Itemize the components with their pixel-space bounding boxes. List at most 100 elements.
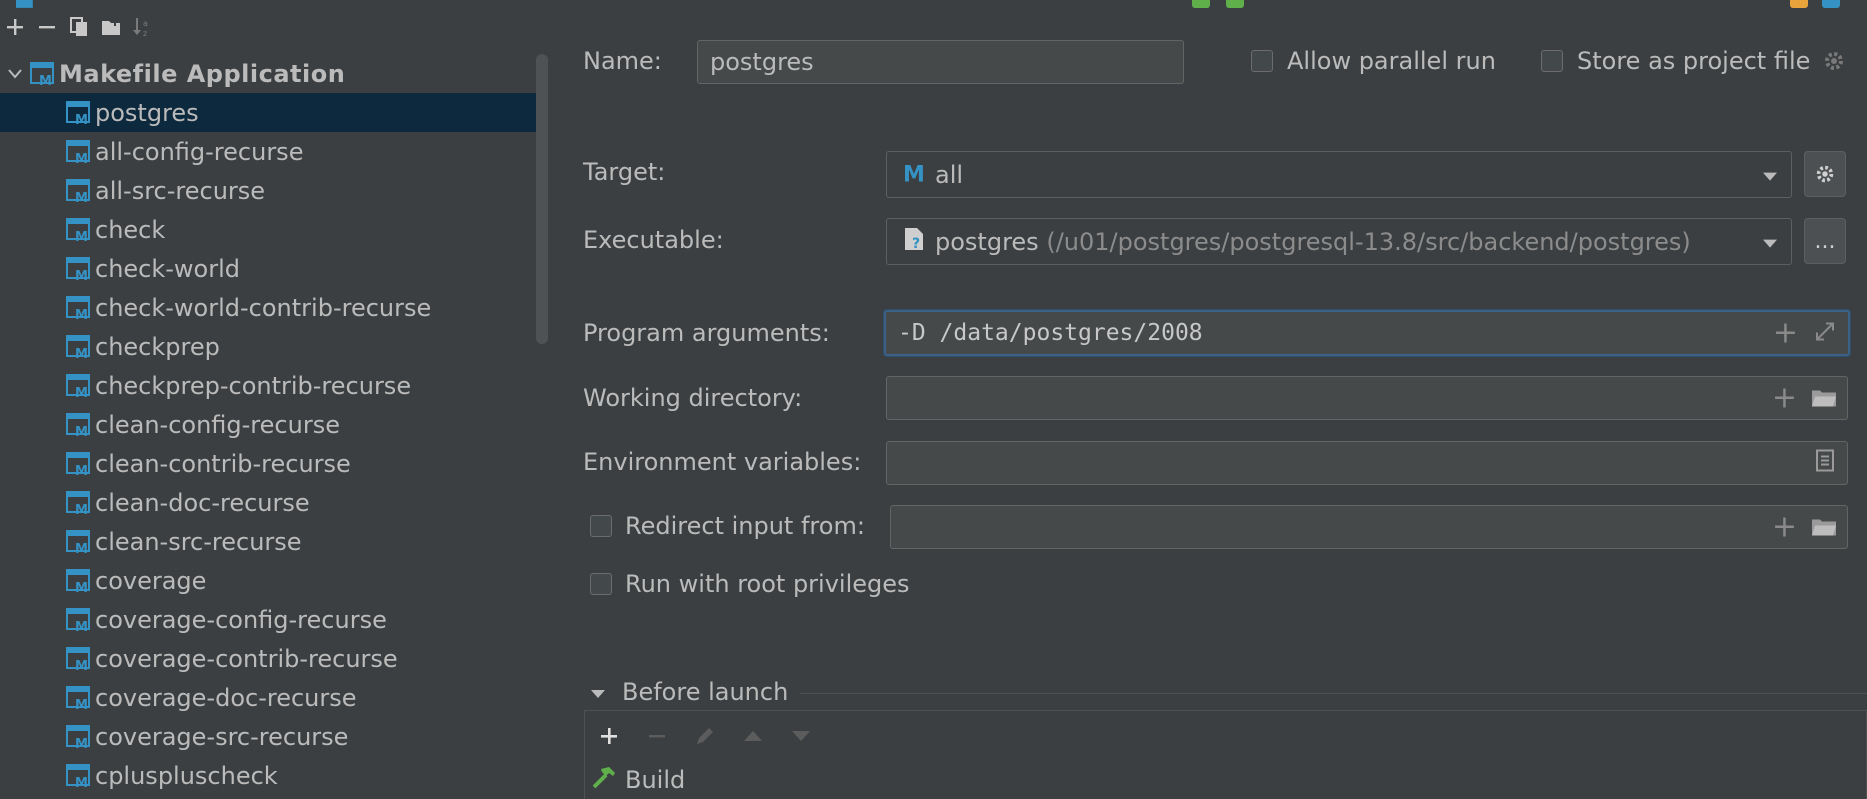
before-launch-toggle-icon[interactable] bbox=[590, 685, 606, 704]
before-launch-panel: Build bbox=[584, 710, 1867, 799]
tree-item-coverage-config-recurse[interactable]: Mcoverage-config-recurse bbox=[0, 600, 538, 639]
svg-text:M: M bbox=[75, 698, 88, 711]
run-icon[interactable] bbox=[1192, 0, 1210, 8]
tree-item-coverage-contrib-recurse[interactable]: Mcoverage-contrib-recurse bbox=[0, 639, 538, 678]
tree-item-cpluspluscheck[interactable]: Mcpluspluscheck bbox=[0, 756, 538, 795]
configuration-form: Name: postgres Allow parallel run Store … bbox=[560, 10, 1867, 799]
add-icon[interactable]: + bbox=[1772, 510, 1797, 545]
allow-parallel-label[interactable]: Allow parallel run bbox=[1287, 47, 1496, 75]
edit-icon[interactable] bbox=[681, 725, 729, 747]
store-project-checkbox[interactable] bbox=[1541, 50, 1563, 72]
tree-item-check-world[interactable]: Mcheck-world bbox=[0, 249, 538, 288]
tree-item-clean-doc-recurse[interactable]: Mclean-doc-recurse bbox=[0, 483, 538, 522]
makefile-config-icon: M bbox=[66, 139, 92, 167]
allow-parallel-checkbox[interactable] bbox=[1251, 50, 1273, 72]
makefile-config-icon: M bbox=[66, 490, 92, 518]
program-arguments-field[interactable]: -D /data/postgres/2008 + bbox=[884, 310, 1850, 356]
makefile-config-icon: M bbox=[66, 529, 92, 557]
move-up-icon[interactable] bbox=[729, 729, 777, 743]
toolbar-icon-blue[interactable] bbox=[1822, 0, 1840, 8]
before-launch-title[interactable]: Before launch bbox=[622, 678, 788, 706]
add-icon[interactable] bbox=[585, 726, 633, 746]
configurations-toolbar: az bbox=[0, 10, 550, 44]
remove-icon[interactable] bbox=[633, 726, 681, 746]
makefile-config-icon: M bbox=[66, 724, 92, 752]
svg-text:M: M bbox=[75, 503, 88, 516]
makefile-config-icon: M bbox=[66, 685, 92, 713]
chevron-down-icon bbox=[1763, 239, 1777, 248]
before-launch-item[interactable]: Build bbox=[585, 761, 1866, 799]
tree-item-check[interactable]: Mcheck bbox=[0, 210, 538, 249]
tree-item-label: coverage-src-recurse bbox=[95, 722, 349, 751]
tree-item-checkprep-contrib-recurse[interactable]: Mcheckprep-contrib-recurse bbox=[0, 366, 538, 405]
tree-item-checkprep[interactable]: Mcheckprep bbox=[0, 327, 538, 366]
tree-item-clean-config-recurse[interactable]: Mclean-config-recurse bbox=[0, 405, 538, 444]
name-label: Name: bbox=[583, 47, 662, 75]
hammer-icon bbox=[591, 765, 617, 795]
tree-item-clean-src-recurse[interactable]: Mclean-src-recurse bbox=[0, 522, 538, 561]
add-icon[interactable] bbox=[0, 12, 30, 42]
store-project-label[interactable]: Store as project file bbox=[1577, 47, 1810, 75]
before-launch-item-label: Build bbox=[625, 766, 686, 794]
executable-value: postgres (/u01/postgres/postgresql-13.8/… bbox=[935, 228, 1691, 256]
move-down-icon[interactable] bbox=[777, 729, 825, 743]
svg-text:M: M bbox=[75, 542, 88, 555]
tree-item-check-world-contrib-recurse[interactable]: Mcheck-world-contrib-recurse bbox=[0, 288, 538, 327]
chevron-down-icon bbox=[1763, 172, 1777, 181]
browse-executable-button[interactable]: ... bbox=[1804, 218, 1846, 264]
svg-text:M: M bbox=[75, 737, 88, 750]
tree-group-makefile-application[interactable]: M Makefile Application bbox=[0, 54, 538, 93]
copy-icon[interactable] bbox=[64, 12, 94, 42]
executable-label: Executable: bbox=[583, 226, 724, 254]
root-privileges-checkbox[interactable] bbox=[590, 573, 612, 595]
target-label: Target: bbox=[583, 158, 666, 186]
chevron-down-icon[interactable] bbox=[0, 68, 30, 79]
working-directory-field[interactable]: + bbox=[886, 376, 1848, 420]
document-icon[interactable] bbox=[1815, 447, 1835, 480]
makefile-config-icon: M bbox=[66, 412, 92, 440]
target-settings-button[interactable] bbox=[1804, 151, 1846, 197]
executable-name: postgres bbox=[935, 227, 1039, 256]
tree-item-all-config-recurse[interactable]: Mall-config-recurse bbox=[0, 132, 538, 171]
svg-text:M: M bbox=[75, 308, 88, 321]
tree-item-postgres[interactable]: Mpostgres bbox=[0, 93, 538, 132]
svg-text:M: M bbox=[75, 776, 88, 789]
tree-scrollbar[interactable] bbox=[536, 54, 548, 344]
target-dropdown[interactable]: M all bbox=[886, 151, 1792, 198]
add-icon[interactable]: + bbox=[1772, 381, 1797, 416]
add-icon[interactable]: + bbox=[1773, 316, 1798, 351]
environment-variables-field[interactable] bbox=[886, 441, 1848, 485]
tree-item-label: cpluspluscheck bbox=[95, 761, 278, 790]
svg-text:M: M bbox=[75, 269, 88, 282]
tree-item-clean-contrib-recurse[interactable]: Mclean-contrib-recurse bbox=[0, 444, 538, 483]
svg-text:M: M bbox=[75, 581, 88, 594]
svg-text:M: M bbox=[75, 152, 88, 165]
executable-dropdown[interactable]: ? postgres (/u01/postgres/postgresql-13.… bbox=[886, 218, 1792, 265]
redirect-input-label[interactable]: Redirect input from: bbox=[625, 512, 865, 540]
new-folder-icon[interactable] bbox=[96, 12, 126, 42]
debug-icon[interactable] bbox=[1226, 0, 1244, 8]
redirect-input-field[interactable]: + bbox=[890, 505, 1848, 549]
tree-item-all-src-recurse[interactable]: Mall-src-recurse bbox=[0, 171, 538, 210]
tree-item-coverage[interactable]: Mcoverage bbox=[0, 561, 538, 600]
root-privileges-label[interactable]: Run with root privileges bbox=[625, 570, 910, 598]
svg-text:a: a bbox=[143, 19, 148, 28]
tree-item-coverage-src-recurse[interactable]: Mcoverage-src-recurse bbox=[0, 717, 538, 756]
tree-item-coverage-doc-recurse[interactable]: Mcoverage-doc-recurse bbox=[0, 678, 538, 717]
name-value: postgres bbox=[710, 48, 814, 76]
folder-icon[interactable] bbox=[1811, 382, 1837, 415]
remove-icon[interactable] bbox=[32, 12, 62, 42]
expand-icon[interactable] bbox=[1814, 317, 1836, 350]
tree-item-label: postgres bbox=[95, 98, 199, 127]
svg-text:M: M bbox=[75, 425, 88, 438]
executable-file-icon: ? bbox=[903, 226, 925, 258]
redirect-input-checkbox[interactable] bbox=[590, 515, 612, 537]
svg-text:M: M bbox=[75, 386, 88, 399]
gear-icon[interactable] bbox=[1822, 49, 1846, 77]
gear-icon bbox=[1816, 165, 1834, 183]
folder-icon[interactable] bbox=[1811, 511, 1837, 544]
sort-icon[interactable]: az bbox=[128, 12, 158, 42]
toolbar-icon-orange[interactable] bbox=[1790, 0, 1808, 8]
name-field[interactable]: postgres bbox=[697, 40, 1184, 84]
makefile-config-icon: M bbox=[66, 373, 92, 401]
